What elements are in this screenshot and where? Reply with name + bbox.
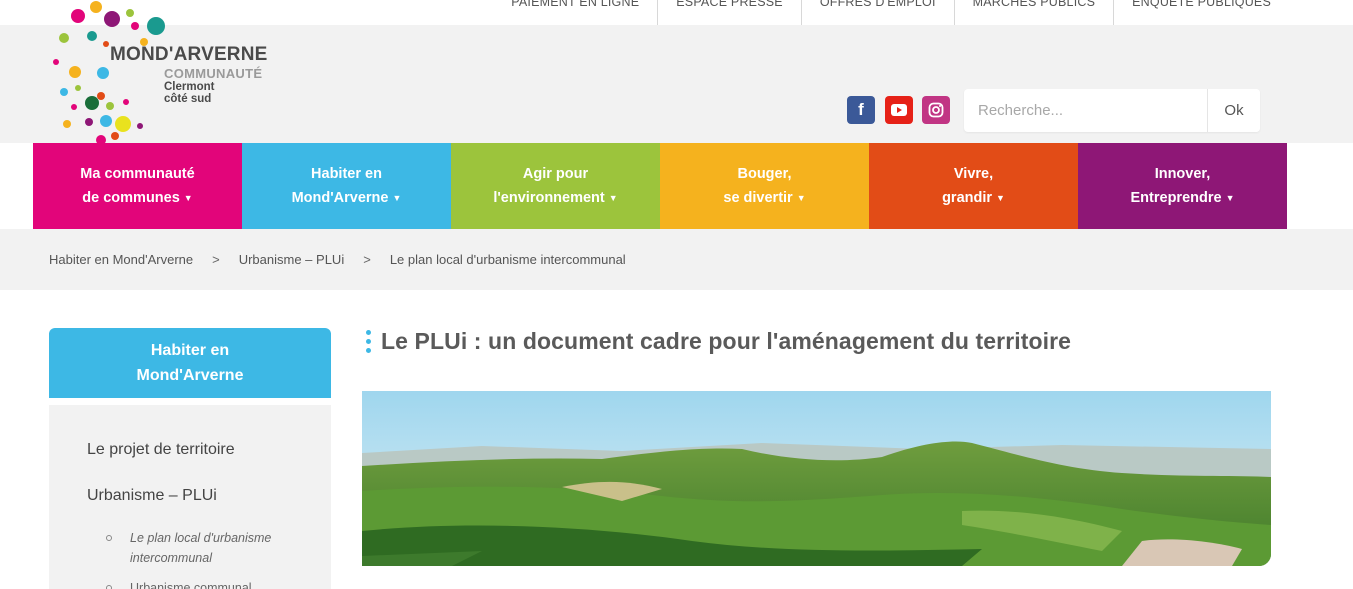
nav-item-environnement[interactable]: Agir pour l'environnement ▼ <box>451 143 660 229</box>
logo-tagline: Clermont côté sud <box>164 81 215 105</box>
instagram-glyph <box>928 102 944 118</box>
main-navigation: Ma communauté de communes ▼ Habiter en Mond… <box>33 143 1287 229</box>
breadcrumb-current: Le plan local d'urbanisme intercommunal <box>389 252 626 267</box>
instagram-icon[interactable] <box>922 96 950 124</box>
nav-item-vivre[interactable]: Vivre, grandir ▼ <box>869 143 1078 229</box>
subitem-label-line1: Le plan local d'urbanisme <box>130 531 272 545</box>
breadcrumb: Habiter en Mond'Arverne > Urbanisme – PL… <box>49 252 626 267</box>
breadcrumb-separator: > <box>212 252 220 267</box>
top-link-presse[interactable]: ESPACE PRESSE <box>657 0 801 25</box>
bullet-circle-icon <box>106 535 112 541</box>
nav-label-line2: de communes <box>82 189 180 206</box>
top-links: PAIEMENT EN LIGNE ESPACE PRESSE OFFRES D… <box>493 0 1289 25</box>
top-link-enquete[interactable]: ENQUÊTE PUBLIQUES <box>1113 0 1289 25</box>
sidebar-subitem-communal[interactable]: Urbanisme communal <box>130 578 252 589</box>
caret-down-icon: ▼ <box>996 192 1005 203</box>
page-title: Le PLUi : un document cadre pour l'aména… <box>381 328 1072 354</box>
sidebar-subitem-plui[interactable]: Le plan local d'urbanisme intercommunal <box>130 528 271 568</box>
caret-down-icon: ▼ <box>183 192 193 203</box>
nav-label-line2: Entreprendre <box>1130 189 1222 206</box>
nav-item-bouger[interactable]: Bouger, se divertir ▼ <box>660 143 869 229</box>
top-link-emploi[interactable]: OFFRES D'EMPLOI <box>800 0 954 25</box>
sidebar-item-urbanisme[interactable]: Urbanisme – PLUi <box>87 487 217 505</box>
sidebar-heading-line1: Habiter en <box>150 342 230 359</box>
caret-down-icon: ▼ <box>796 192 806 203</box>
breadcrumb-bar: Habiter en Mond'Arverne > Urbanisme – PL… <box>0 229 1353 290</box>
nav-label-line1: Vivre, <box>953 165 994 182</box>
nav-label-line1: Agir pour <box>522 165 589 182</box>
nav-label-line1: Innover, <box>1154 165 1211 182</box>
nav-label-line1: Bouger, <box>737 165 792 182</box>
site-header: MOND'ARVERNE COMMUNAUTÉ Clermont côté su… <box>0 1 1353 145</box>
bullet-circle-icon <box>106 585 112 589</box>
breadcrumb-separator: > <box>363 252 371 267</box>
sidebar-heading[interactable]: Habiter en Mond'Arverne <box>49 328 331 398</box>
breadcrumb-item[interactable]: Urbanisme – PLUi <box>239 252 345 267</box>
nav-item-innover[interactable]: Innover, Entreprendre ▼ <box>1078 143 1287 229</box>
nav-label-line1: Habiter en <box>311 165 382 182</box>
hero-landscape-illustration <box>362 391 1271 566</box>
nav-label-line2: Mond'Arverne <box>291 189 389 206</box>
landscape-volcano-image <box>362 391 1271 566</box>
breadcrumb-item[interactable]: Habiter en Mond'Arverne <box>49 252 193 267</box>
sidebar-menu: Le projet de territoire Urbanisme – PLUi… <box>49 405 331 589</box>
logo-title: MOND'ARVERNE <box>110 44 268 65</box>
sidebar-heading-line2: Mond'Arverne <box>136 367 244 384</box>
search-form: Ok <box>964 89 1260 132</box>
search-submit-button[interactable]: Ok <box>1207 89 1260 132</box>
title-dots-icon <box>366 330 371 354</box>
search-input[interactable] <box>964 89 1207 132</box>
facebook-icon[interactable]: f <box>847 96 875 124</box>
logo-subtitle: COMMUNAUTÉ <box>164 66 263 81</box>
top-link-marches[interactable]: MARCHÉS PUBLICS <box>953 0 1113 25</box>
site-logo[interactable]: MOND'ARVERNE COMMUNAUTÉ Clermont côté su… <box>48 0 267 150</box>
nav-label-line2: grandir <box>942 189 993 206</box>
subitem-label-line2: intercommunal <box>130 551 212 565</box>
nav-label-line2: l'environnement <box>493 189 605 206</box>
youtube-play-glyph <box>891 104 907 116</box>
sidebar-item-projet[interactable]: Le projet de territoire <box>87 441 235 459</box>
caret-down-icon: ▼ <box>1225 192 1235 203</box>
youtube-icon[interactable] <box>885 96 913 124</box>
nav-item-habiter[interactable]: Habiter en Mond'Arverne ▼ <box>242 143 451 229</box>
nav-item-communaute[interactable]: Ma communauté de communes ▼ <box>33 143 242 229</box>
nav-label-line2: se divertir <box>723 189 793 206</box>
caret-down-icon: ▼ <box>608 192 618 203</box>
caret-down-icon: ▼ <box>392 192 402 203</box>
top-link-paiement[interactable]: PAIEMENT EN LIGNE <box>493 0 657 25</box>
nav-label-line1: Ma communauté <box>80 165 195 182</box>
